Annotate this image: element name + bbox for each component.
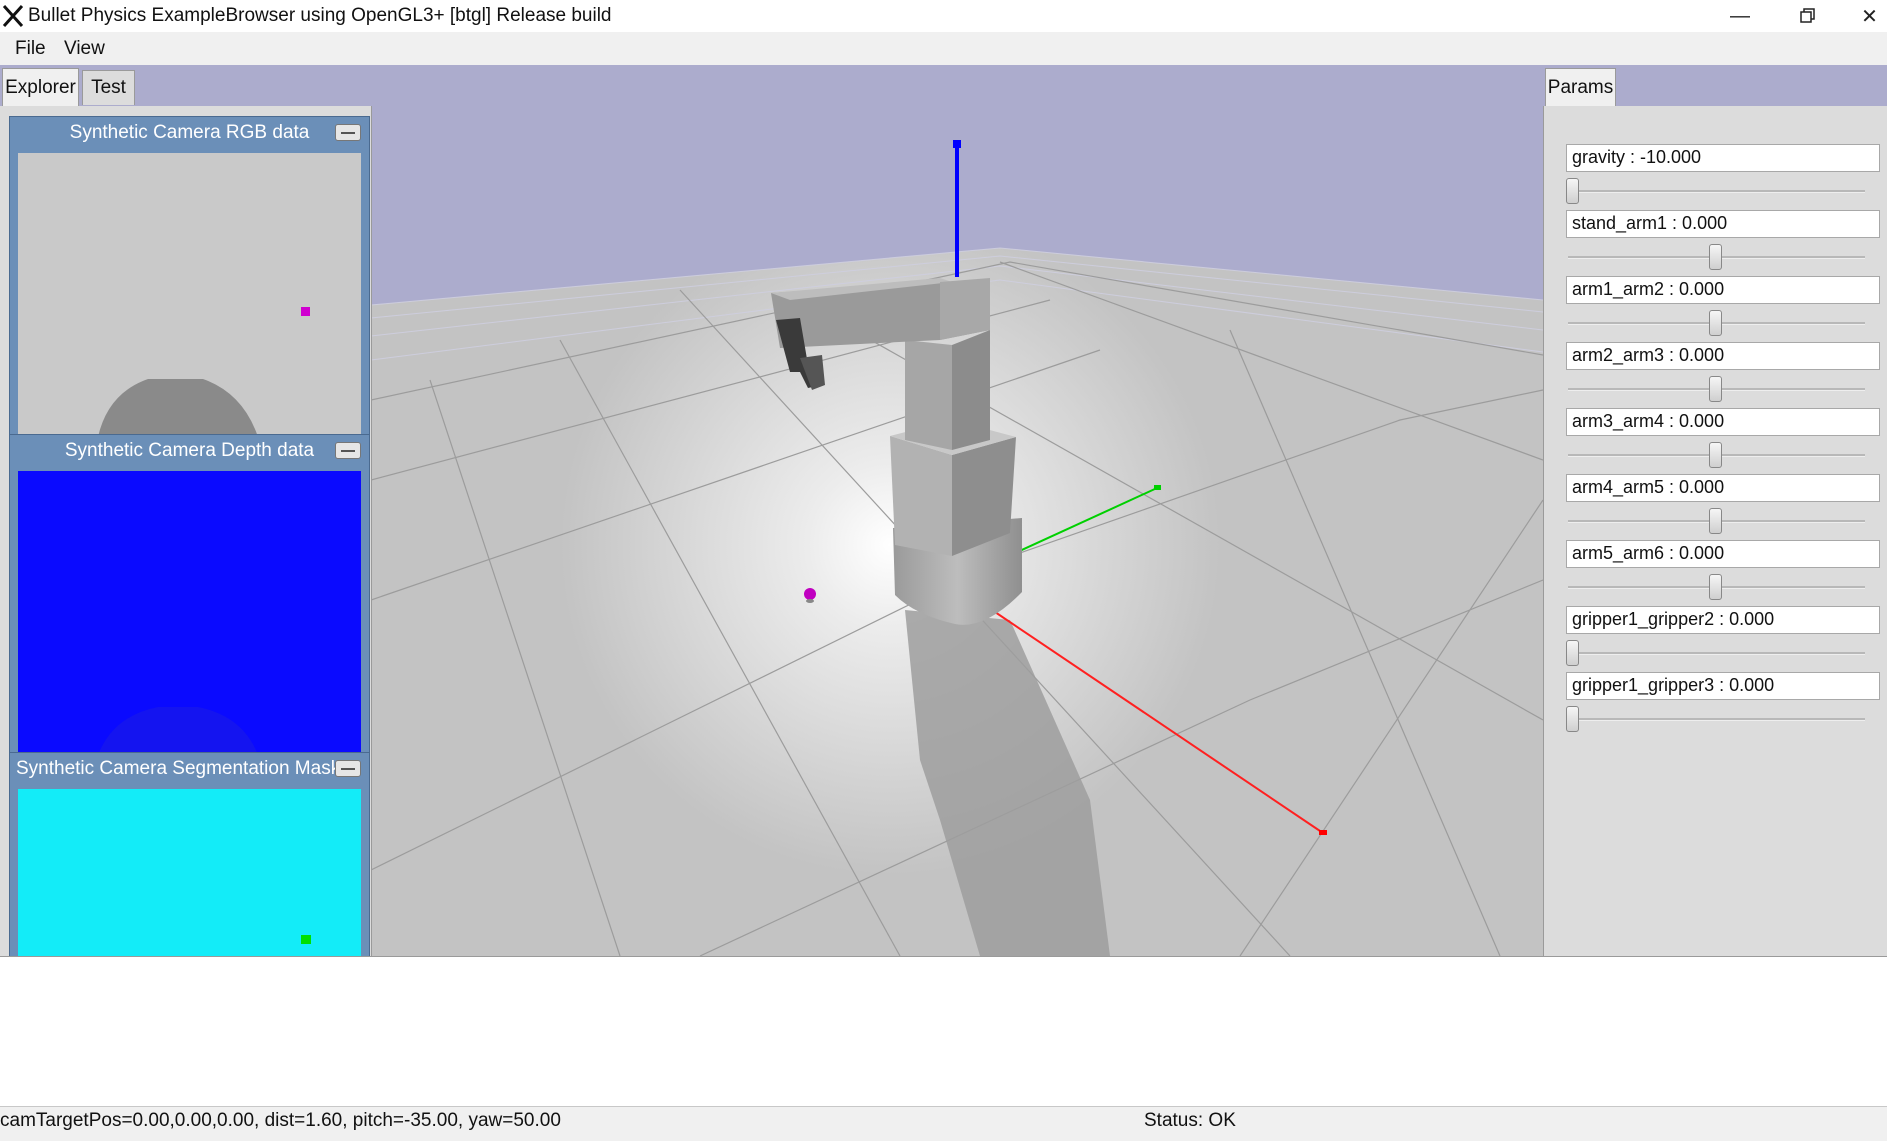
slider-gravity-track[interactable] (1568, 190, 1865, 193)
camera-status-text: camTargetPos=0.00,0.00,0.00, dist=1.60, … (0, 1110, 561, 1131)
slider-gripper1-gripper2-track[interactable] (1568, 652, 1865, 655)
slider-gripper1-gripper2-handle[interactable] (1566, 640, 1579, 666)
slider-gravity-handle[interactable] (1566, 178, 1579, 204)
param-arm4-arm5[interactable]: arm4_arm5 : 0.000 (1566, 474, 1880, 502)
param-gravity[interactable]: gravity : -10.000 (1566, 144, 1880, 172)
depth-camera-window[interactable]: Synthetic Camera Depth data (9, 434, 370, 755)
depth-camera-image (18, 471, 361, 755)
window-title: Bullet Physics ExampleBrowser using Open… (28, 5, 612, 26)
minimize-icon[interactable]: — (1717, 0, 1763, 32)
minimize-icon[interactable] (335, 124, 361, 141)
rgb-camera-image (18, 153, 361, 437)
scene-render[interactable] (371, 65, 1543, 956)
menu-bar (0, 32, 1887, 65)
status-text: Status: OK (1144, 1110, 1236, 1131)
tab-test[interactable]: Test (82, 70, 135, 105)
rgb-camera-title: Synthetic Camera RGB data (69, 122, 310, 143)
restore-icon[interactable] (1785, 0, 1831, 32)
tab-explorer[interactable]: Explorer (2, 68, 79, 106)
slider-arm5-arm6-handle[interactable] (1709, 574, 1722, 600)
param-arm2-arm3[interactable]: arm2_arm3 : 0.000 (1566, 342, 1880, 370)
segmentation-camera-title: Synthetic Camera Segmentation Mask (16, 758, 341, 779)
param-stand-arm1[interactable]: stand_arm1 : 0.000 (1566, 210, 1880, 238)
minimize-icon[interactable] (335, 442, 361, 459)
param-arm1-arm2[interactable]: arm1_arm2 : 0.000 (1566, 276, 1880, 304)
param-gripper1-gripper2[interactable]: gripper1_gripper2 : 0.000 (1566, 606, 1880, 634)
slider-arm2-arm3-handle[interactable] (1709, 376, 1722, 402)
x-logo-icon (2, 4, 24, 28)
close-icon[interactable]: ✕ (1852, 0, 1887, 32)
slider-arm3-arm4-handle[interactable] (1709, 442, 1722, 468)
param-gripper1-gripper3[interactable]: gripper1_gripper3 : 0.000 (1566, 672, 1880, 700)
console-output[interactable] (0, 956, 1887, 1107)
rgb-camera-window[interactable]: Synthetic Camera RGB data (9, 116, 370, 437)
tab-params[interactable]: Params (1545, 68, 1616, 106)
slider-gripper1-gripper3-track[interactable] (1568, 718, 1865, 721)
menu-file[interactable]: File (15, 38, 46, 60)
depth-camera-title: Synthetic Camera Depth data (64, 440, 315, 461)
slider-stand-arm1-handle[interactable] (1709, 244, 1722, 270)
3d-viewport[interactable] (371, 65, 1543, 956)
param-arm3-arm4[interactable]: arm3_arm4 : 0.000 (1566, 408, 1880, 436)
slider-arm1-arm2-handle[interactable] (1709, 310, 1722, 336)
minimize-icon[interactable] (335, 760, 361, 777)
slider-arm4-arm5-handle[interactable] (1709, 508, 1722, 534)
menu-view[interactable]: View (64, 38, 105, 60)
param-arm5-arm6[interactable]: arm5_arm6 : 0.000 (1566, 540, 1880, 568)
slider-gripper1-gripper3-handle[interactable] (1566, 706, 1579, 732)
